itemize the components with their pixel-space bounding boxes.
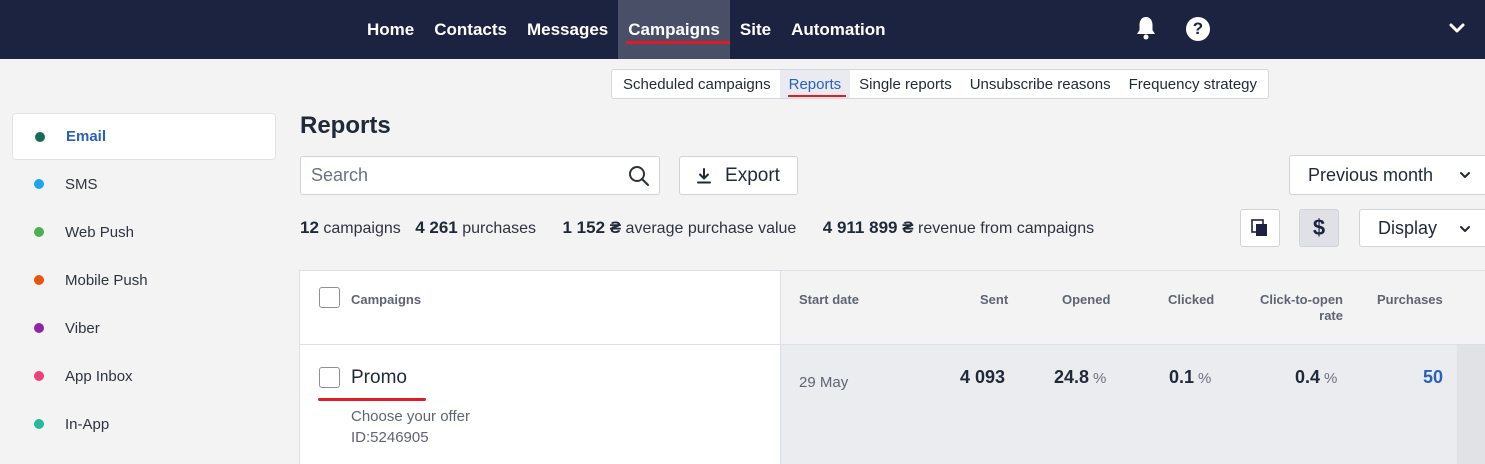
table-header: Start date Sent Opened Clicked Click-to-… xyxy=(781,271,1485,345)
help-icon[interactable]: ? xyxy=(1186,17,1210,41)
campaigns-table-metrics: Start date Sent Opened Clicked Click-to-… xyxy=(781,270,1485,464)
sidebar-item-in-app[interactable]: In-App xyxy=(12,400,276,448)
nav-messages[interactable]: Messages xyxy=(517,0,618,59)
header-sent[interactable]: Sent xyxy=(980,292,1008,308)
copy-button[interactable] xyxy=(1240,209,1280,247)
sidebar-item-label: Mobile Push xyxy=(65,271,148,289)
cell-start-date: 29 May xyxy=(799,374,849,391)
period-select[interactable]: Previous month xyxy=(1289,155,1485,195)
search-input[interactable] xyxy=(301,157,611,194)
header-start-date[interactable]: Start date xyxy=(799,292,859,308)
cell-sent: 4 093 xyxy=(960,367,1006,387)
chevron-down-icon xyxy=(1460,172,1470,178)
nav-automation[interactable]: Automation xyxy=(781,0,895,59)
status-dot-icon xyxy=(34,275,44,285)
status-dot-icon xyxy=(34,227,44,237)
search-box xyxy=(300,156,660,195)
display-select[interactable]: Display xyxy=(1359,209,1485,247)
tab-reports[interactable]: Reports xyxy=(779,70,851,98)
stat-campaigns-label: campaigns xyxy=(323,220,401,237)
main-nav: Home Contacts Messages Campaigns Site Au… xyxy=(357,0,896,59)
cell-clicked-value: 0.1 xyxy=(1169,367,1195,387)
stat-revenue-value: 4 911 899 ₴ xyxy=(822,218,914,237)
sidebar-item-mobile-push[interactable]: Mobile Push xyxy=(12,256,276,304)
sidebar-item-label: Viber xyxy=(65,319,100,337)
currency-toggle-button[interactable]: $ xyxy=(1299,209,1339,247)
sidebar-item-email[interactable]: Email xyxy=(12,113,276,160)
header-cto-line1: Click-to-open xyxy=(1259,292,1343,307)
chevron-down-icon xyxy=(1460,226,1470,232)
percent-sign: % xyxy=(1324,370,1338,387)
bell-icon[interactable] xyxy=(1135,15,1157,41)
select-all-checkbox[interactable] xyxy=(319,287,340,308)
percent-sign: % xyxy=(1093,370,1107,387)
cell-purchases-link[interactable]: 50 xyxy=(1423,367,1443,388)
status-dot-icon xyxy=(34,323,44,333)
stat-revenue-label: revenue from campaigns xyxy=(918,220,1095,237)
search-icon[interactable] xyxy=(628,165,650,187)
sidebar-item-label: Email xyxy=(66,128,107,145)
copy-icon xyxy=(1251,219,1267,236)
nav-contacts[interactable]: Contacts xyxy=(424,0,517,59)
campaign-name[interactable]: Promo xyxy=(351,367,407,389)
chevron-down-icon[interactable] xyxy=(1447,18,1467,38)
download-icon xyxy=(697,167,712,183)
stat-campaigns-value: 12 xyxy=(300,218,319,237)
sidebar-item-label: SMS xyxy=(65,175,98,193)
status-dot-icon xyxy=(34,371,44,381)
sidebar-item-viber[interactable]: Viber xyxy=(12,304,276,352)
cell-cto: 0.4% xyxy=(1295,367,1337,388)
sidebar-item-sms[interactable]: SMS xyxy=(12,160,276,208)
period-label: Previous month xyxy=(1308,164,1434,185)
header-click-to-open-rate[interactable]: Click-to-open rate xyxy=(1253,292,1343,324)
campaign-stats: 12 campaigns 4 261 purchases 1 152 ₴ ave… xyxy=(300,218,1094,238)
highlight-underline xyxy=(318,398,426,401)
tab-single-reports[interactable]: Single reports xyxy=(850,70,961,98)
sidebar-item-label: App Inbox xyxy=(65,367,133,385)
reports-subnav: Scheduled campaigns Reports Single repor… xyxy=(611,69,1270,99)
export-label: Export xyxy=(725,164,780,186)
header-cto-line2: rate xyxy=(1319,308,1343,323)
campaign-subject: Choose your offer xyxy=(351,408,470,425)
status-dot-icon xyxy=(34,179,44,189)
nav-site[interactable]: Site xyxy=(730,0,781,59)
export-button[interactable]: Export xyxy=(679,156,798,195)
stat-avg-value: 1 152 ₴ xyxy=(562,218,622,237)
table-row[interactable]: 29 May 4 093 24.8% 0.1% 0.4% 50 xyxy=(781,345,1485,464)
cell-cto-value: 0.4 xyxy=(1295,367,1321,387)
campaigns-table-fixed-column: Campaigns Promo Choose your offer ID:524… xyxy=(299,270,781,464)
status-dot-icon xyxy=(34,419,44,429)
stat-purchases-label: purchases xyxy=(462,220,537,237)
cell-clicked: 0.1% xyxy=(1169,367,1211,388)
header-clicked[interactable]: Clicked xyxy=(1168,292,1214,308)
header-opened[interactable]: Opened xyxy=(1062,292,1110,308)
top-navbar: Home Contacts Messages Campaigns Site Au… xyxy=(0,0,1485,59)
stat-avg-label: average purchase value xyxy=(625,220,797,237)
sidebar-item-web-push[interactable]: Web Push xyxy=(12,208,276,256)
display-label: Display xyxy=(1378,217,1438,238)
dollar-icon: $ xyxy=(1312,215,1326,240)
table-row[interactable]: Promo Choose your offer ID:5246905 xyxy=(300,345,780,464)
sidebar-item-app-inbox[interactable]: App Inbox xyxy=(12,352,276,400)
stat-purchases-value: 4 261 xyxy=(415,218,458,237)
nav-campaigns[interactable]: Campaigns xyxy=(618,0,730,59)
tab-scheduled-campaigns[interactable]: Scheduled campaigns xyxy=(614,70,780,98)
percent-sign: % xyxy=(1198,370,1212,387)
horizontal-scroll-area[interactable] xyxy=(1457,345,1485,464)
sidebar-item-label: In-App xyxy=(65,415,110,433)
tab-unsubscribe-reasons[interactable]: Unsubscribe reasons xyxy=(961,70,1120,98)
header-campaigns[interactable]: Campaigns xyxy=(351,292,421,308)
tab-frequency-strategy[interactable]: Frequency strategy xyxy=(1120,70,1266,98)
row-checkbox[interactable] xyxy=(319,367,340,388)
campaign-id: ID:5246905 xyxy=(351,429,429,446)
sidebar-item-label: Web Push xyxy=(65,223,134,241)
cell-opened-value: 24.8 xyxy=(1054,367,1090,387)
status-dot-icon xyxy=(35,131,45,142)
nav-home[interactable]: Home xyxy=(357,0,424,59)
table-header: Campaigns xyxy=(300,271,780,345)
channel-sidebar: Email SMS Web Push Mobile Push Viber App… xyxy=(12,113,276,448)
cell-opened: 24.8% xyxy=(1054,367,1106,388)
page-title: Reports xyxy=(300,112,391,139)
header-purchases[interactable]: Purchases xyxy=(1377,292,1443,308)
